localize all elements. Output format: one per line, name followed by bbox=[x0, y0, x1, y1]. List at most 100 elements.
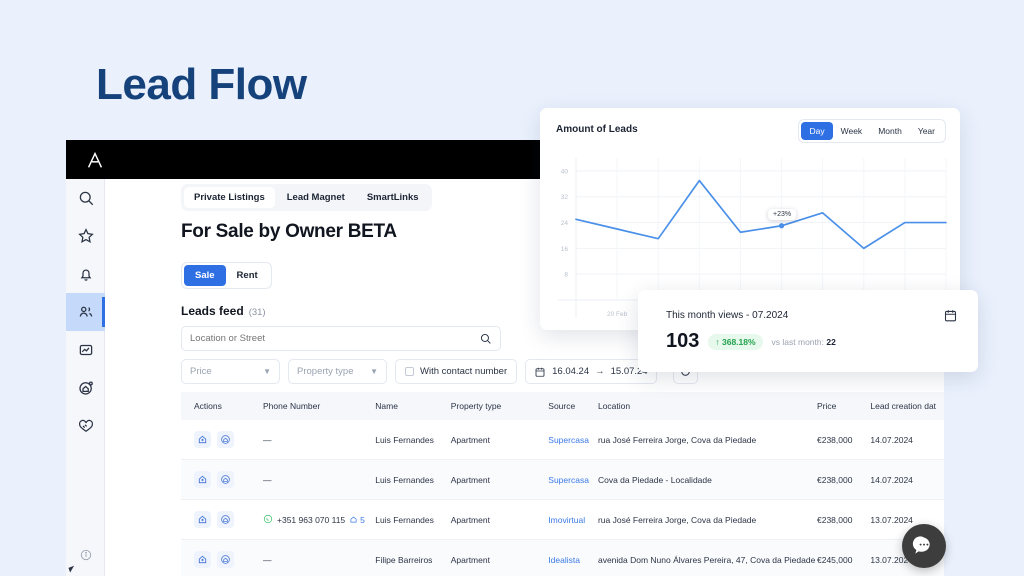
chevron-down-icon: ▼ bbox=[263, 367, 271, 376]
cell-source[interactable]: Supercasa bbox=[548, 435, 598, 445]
view-listing-icon[interactable] bbox=[194, 431, 211, 448]
cell-property-type: Apartment bbox=[450, 554, 490, 565]
calendar-icon[interactable] bbox=[943, 308, 958, 328]
cell-location: Cova da Piedade - Localidade bbox=[597, 474, 712, 485]
table-header-row: Actions Phone Number Name Property type … bbox=[181, 392, 944, 420]
section-title: For Sale by Owner BETA bbox=[181, 221, 397, 242]
leads-feed-title: Leads feed bbox=[181, 304, 244, 318]
property-type-filter-label: Property type bbox=[297, 366, 354, 377]
search-icon[interactable] bbox=[479, 332, 492, 345]
cell-source[interactable]: Idealista bbox=[548, 555, 598, 565]
sidebar-item-reports[interactable] bbox=[66, 331, 105, 369]
y-axis-tick: 40 bbox=[561, 168, 569, 175]
tab-private-listings[interactable]: Private Listings bbox=[184, 187, 275, 208]
period-year[interactable]: Year bbox=[910, 122, 943, 140]
cell-property-type: Apartment bbox=[450, 434, 490, 445]
chat-bubble-icon bbox=[912, 536, 930, 554]
app-topbar bbox=[66, 140, 544, 179]
y-axis-tick: 16 bbox=[561, 246, 569, 253]
page-title: Lead Flow bbox=[96, 60, 307, 109]
house-circle-icon bbox=[78, 381, 93, 395]
phone-number: +351 963 070 115 bbox=[277, 514, 346, 525]
owner-listings-icon[interactable] bbox=[217, 471, 234, 488]
sale-button[interactable]: Sale bbox=[184, 265, 226, 286]
th-lead-creation-date: Lead creation dat bbox=[870, 401, 937, 411]
whatsapp-icon[interactable] bbox=[263, 514, 273, 526]
deal-type-toggle: Sale Rent bbox=[181, 262, 272, 289]
sidebar-item-search[interactable] bbox=[66, 179, 105, 217]
stats-card: This month views - 07.2024 103 ↑ 368.18%… bbox=[638, 290, 978, 372]
cell-location: avenida Dom Nuno Álvares Pereira, 47, Co… bbox=[597, 554, 816, 565]
price-filter-label: Price bbox=[190, 366, 212, 377]
th-actions: Actions bbox=[194, 401, 222, 411]
people-icon bbox=[79, 306, 92, 317]
chat-widget-button[interactable] bbox=[902, 524, 946, 568]
cell-lead-creation-date: 14.07.2024 bbox=[870, 434, 913, 445]
leads-feed-count: (31) bbox=[248, 307, 266, 318]
stats-comparison: vs last month: 22 bbox=[772, 337, 836, 347]
y-axis-tick: 24 bbox=[561, 220, 569, 227]
table-row[interactable]: — Filipe Barreiros Apartment Idealista aveni… bbox=[181, 540, 944, 576]
view-listing-icon[interactable] bbox=[194, 511, 211, 528]
cell-source[interactable]: Supercasa bbox=[548, 475, 598, 485]
row-actions bbox=[181, 471, 263, 488]
rent-button[interactable]: Rent bbox=[226, 265, 269, 286]
leads-feed-heading: Leads feed (31) bbox=[181, 304, 266, 318]
row-actions bbox=[181, 431, 263, 448]
stats-row: 103 ↑ 368.18% vs last month: 22 bbox=[666, 330, 836, 353]
stats-value: 103 bbox=[666, 330, 700, 352]
chart-point-badge: +23% bbox=[768, 209, 797, 220]
sidebar-item-notifications[interactable] bbox=[66, 255, 105, 293]
cell-phone: — bbox=[263, 475, 375, 485]
property-type-filter[interactable]: Property type ▼ bbox=[288, 359, 387, 384]
star-icon bbox=[77, 228, 94, 243]
phone-number: — bbox=[263, 474, 272, 485]
table-row[interactable]: +351 963 070 115 5 Luis Fernandes Apartment… bbox=[181, 500, 944, 540]
search-field[interactable] bbox=[181, 326, 501, 351]
chart-image-icon bbox=[79, 344, 92, 356]
tab-lead-magnet[interactable]: Lead Magnet bbox=[277, 187, 355, 208]
leads-table: Actions Phone Number Name Property type … bbox=[181, 392, 944, 576]
owner-listings-icon[interactable] bbox=[217, 551, 234, 568]
search-input[interactable] bbox=[190, 333, 479, 344]
sidebar-item-partners[interactable] bbox=[66, 407, 105, 445]
row-actions bbox=[181, 551, 263, 568]
owner-listings-icon[interactable] bbox=[217, 431, 234, 448]
with-contact-number-checkbox[interactable]: With contact number bbox=[395, 359, 518, 384]
y-axis-tick: 32 bbox=[561, 194, 569, 201]
with-contact-number-label: With contact number bbox=[420, 366, 508, 377]
sidebar bbox=[66, 179, 105, 576]
y-axis-tick: 8 bbox=[564, 272, 568, 279]
cell-price: €245,000 bbox=[816, 554, 853, 565]
period-month[interactable]: Month bbox=[870, 122, 910, 140]
date-range-picker[interactable]: 16.04.24 → 15.07.24 bbox=[525, 359, 657, 384]
table-row[interactable]: — Luis Fernandes Apartment Supercasa Cova da… bbox=[181, 460, 944, 500]
search-icon bbox=[79, 191, 93, 206]
price-filter[interactable]: Price ▼ bbox=[181, 359, 280, 384]
table-row[interactable]: — Luis Fernandes Apartment Supercasa rua Jos… bbox=[181, 420, 944, 460]
period-day[interactable]: Day bbox=[801, 122, 833, 140]
sidebar-item-favorites[interactable] bbox=[66, 217, 105, 255]
cell-source[interactable]: Imovirtual bbox=[548, 515, 598, 525]
date-arrow-icon: → bbox=[595, 366, 605, 377]
view-listing-icon[interactable] bbox=[194, 551, 211, 568]
handshake-heart-icon bbox=[78, 419, 93, 432]
letter-a-logo-icon bbox=[84, 149, 106, 171]
sidebar-item-properties[interactable] bbox=[66, 369, 105, 407]
checkbox-box[interactable] bbox=[405, 367, 414, 376]
th-name: Name bbox=[375, 401, 398, 411]
period-week[interactable]: Week bbox=[833, 122, 871, 140]
stats-comparison-prefix: vs last month: bbox=[771, 336, 824, 347]
cell-price: €238,000 bbox=[816, 474, 853, 485]
tabbar: Private Listings Lead Magnet SmartLinks bbox=[181, 184, 432, 211]
info-icon bbox=[80, 549, 91, 561]
phone-number: — bbox=[263, 554, 272, 565]
tab-smartlinks[interactable]: SmartLinks bbox=[357, 187, 429, 208]
cell-name: Luis Fernandes bbox=[375, 514, 434, 525]
owner-listings-icon[interactable] bbox=[217, 511, 234, 528]
phone-number: — bbox=[263, 434, 272, 445]
chevron-down-icon: ▼ bbox=[370, 367, 378, 376]
view-listing-icon[interactable] bbox=[194, 471, 211, 488]
sidebar-item-leads[interactable] bbox=[66, 293, 105, 331]
stats-delta-badge: ↑ 368.18% bbox=[708, 333, 763, 350]
